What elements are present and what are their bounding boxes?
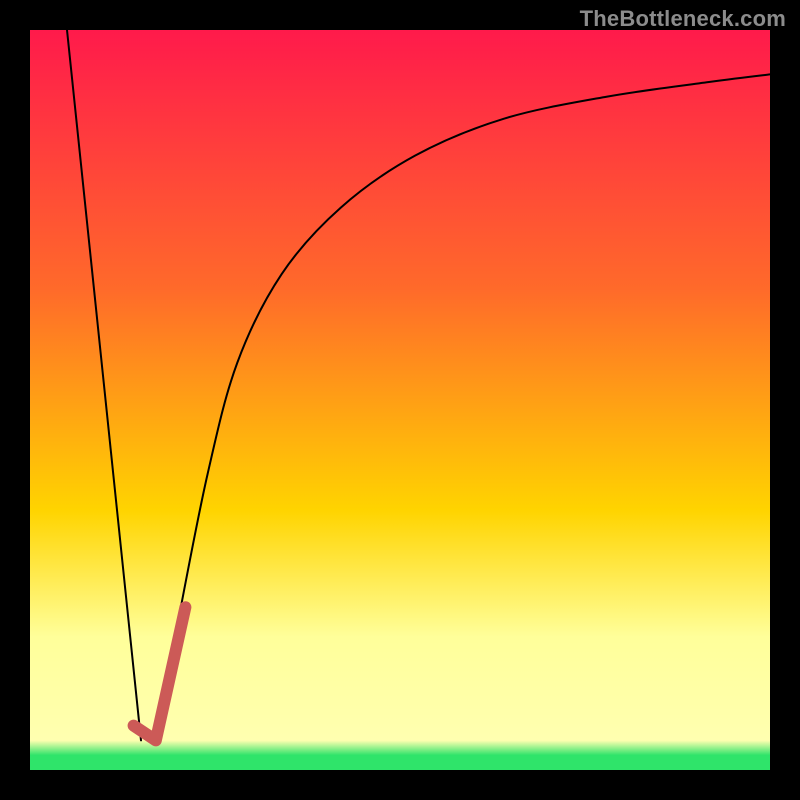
- chart-curves: [30, 30, 770, 770]
- chart-frame: TheBottleneck.com: [0, 0, 800, 800]
- watermark-text: TheBottleneck.com: [580, 6, 786, 32]
- series-right-ascent: [156, 74, 770, 740]
- plot-area: [30, 30, 770, 770]
- series-left-descent: [67, 30, 141, 740]
- series-highlight-j: [134, 607, 186, 740]
